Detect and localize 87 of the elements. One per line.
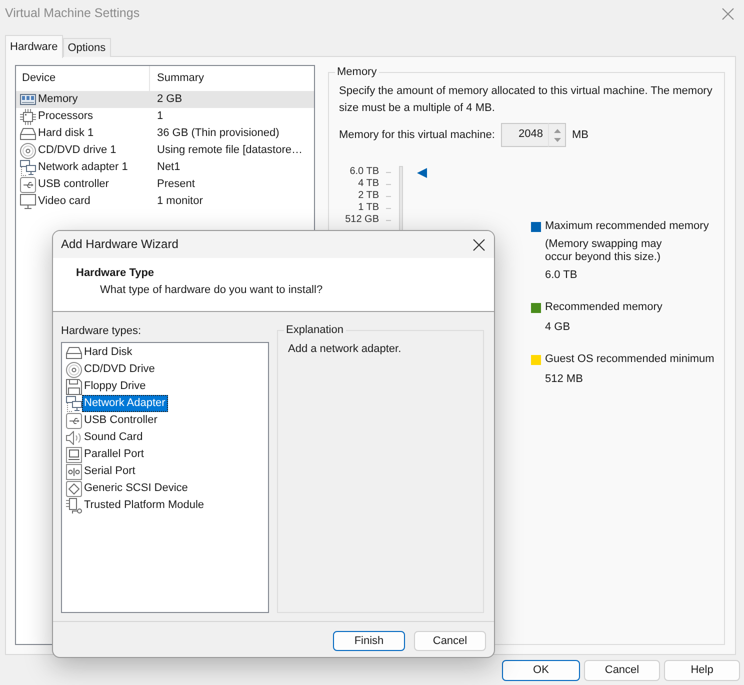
table-cell-text: Network adapter 1 bbox=[38, 160, 129, 175]
device-row[interactable]: CD/DVD drive 1 Using remote file [datastore… bbox=[16, 142, 314, 159]
tab[interactable]: Hardware bbox=[5, 35, 63, 58]
explanation-text: Add a network adapter. bbox=[288, 342, 402, 357]
table-cell-text: Net1 bbox=[156, 160, 180, 175]
scale-label: 512 GB bbox=[344, 214, 379, 226]
dialog-title: Add Hardware Wizard bbox=[61, 236, 178, 253]
table-cell-text: CD/DVD drive 1 bbox=[38, 143, 118, 158]
disc-icon bbox=[20, 142, 36, 158]
speaker-icon bbox=[66, 430, 82, 444]
up-arrow-icon bbox=[554, 128, 560, 132]
table-cell-text: Using remote file [datastore… bbox=[156, 143, 303, 158]
table-cell-text: Memory bbox=[38, 92, 79, 107]
hardware-type-item[interactable]: Parallel Port bbox=[82, 446, 147, 463]
pointer-icon bbox=[417, 168, 427, 178]
spin-control[interactable] bbox=[548, 123, 566, 147]
legend-value: 512 MB bbox=[545, 372, 584, 387]
device-row[interactable]: Video card 1 monitor bbox=[16, 193, 314, 210]
usb-icon bbox=[66, 412, 82, 428]
memory-input[interactable]: 2048 bbox=[501, 123, 548, 147]
table-cell-text: Video card bbox=[38, 194, 92, 209]
usb-icon bbox=[20, 176, 36, 192]
close-button[interactable] bbox=[472, 238, 486, 252]
down-arrow-icon bbox=[554, 138, 560, 142]
device-row[interactable]: USB controller Present bbox=[16, 176, 314, 193]
serial-port-icon bbox=[66, 464, 82, 480]
table-cell-text: 2 GB bbox=[156, 92, 182, 107]
parallel-port-icon bbox=[66, 446, 82, 462]
table-cell-text: USB controller bbox=[38, 177, 110, 192]
list-label: Hardware types: bbox=[61, 324, 142, 339]
slider-track[interactable] bbox=[399, 166, 403, 230]
legend-label: Recommended memory bbox=[545, 300, 662, 315]
table-cell-text: Present bbox=[156, 177, 195, 192]
unit-label: MB bbox=[572, 128, 588, 142]
drive-icon bbox=[66, 346, 82, 358]
button[interactable]: Cancel bbox=[584, 660, 660, 681]
hardware-type-item[interactable]: Trusted Platform Module bbox=[82, 497, 208, 514]
legend-value: 6.0 TB bbox=[545, 268, 578, 283]
window-title: Virtual Machine Settings bbox=[5, 5, 140, 22]
drive-icon bbox=[20, 128, 36, 140]
table-cell-text: 1 bbox=[156, 109, 164, 124]
disc-icon bbox=[66, 362, 82, 378]
scale-label: 2 TB bbox=[357, 190, 379, 202]
tab[interactable]: Options bbox=[62, 38, 111, 57]
page-heading: Hardware Type bbox=[76, 266, 156, 281]
table-cell-text: 1 monitor bbox=[156, 194, 203, 209]
legend-label: Maximum recommended memory bbox=[545, 219, 709, 234]
table-cell-text: 36 GB (Thin provisioned) bbox=[156, 126, 280, 141]
group-label: Explanation bbox=[285, 323, 344, 337]
device-row[interactable]: Hard disk 1 36 GB (Thin provisioned) bbox=[16, 125, 314, 142]
hardware-type-item[interactable]: CD/DVD Drive bbox=[82, 361, 158, 378]
hardware-type-item[interactable]: Hard Disk bbox=[82, 344, 136, 361]
column-header: Summary bbox=[156, 71, 204, 86]
group-label: Memory bbox=[336, 65, 378, 79]
legend-note: (Memory swapping may occur beyond this size.) bbox=[545, 238, 663, 264]
page-subheading: What type of hardware do you want to install? bbox=[100, 283, 324, 298]
device-row[interactable]: Memory 2 GB bbox=[16, 91, 314, 108]
network-icon bbox=[20, 160, 36, 176]
device-row[interactable]: Processors 1 bbox=[16, 108, 314, 125]
diamond-icon bbox=[66, 480, 82, 496]
hardware-type-item[interactable]: Generic SCSI Device bbox=[82, 480, 191, 497]
scale-label: 4 TB bbox=[357, 178, 379, 190]
scale-label: 1 TB bbox=[357, 202, 379, 214]
monitor-icon bbox=[20, 194, 36, 209]
field-label: Memory for this virtual machine: bbox=[339, 128, 496, 142]
chip-icon bbox=[20, 108, 36, 124]
table-cell-text: Hard disk 1 bbox=[38, 126, 95, 141]
chip-key-icon bbox=[66, 498, 82, 514]
hardware-type-item[interactable]: Sound Card bbox=[82, 429, 146, 446]
network-icon bbox=[66, 396, 82, 412]
hardware-type-item[interactable]: USB Controller bbox=[82, 412, 160, 429]
device-row[interactable]: Network adapter 1 Net1 bbox=[16, 159, 314, 176]
memory-module-icon bbox=[20, 94, 36, 105]
description-text: Specify the amount of memory allocated to this virtual machine. The memory size must be a multiple of 4 MB. bbox=[339, 84, 714, 116]
button[interactable]: Cancel bbox=[414, 631, 486, 651]
close-icon bbox=[722, 8, 734, 20]
button[interactable]: OK bbox=[502, 660, 580, 681]
button[interactable]: Finish bbox=[333, 631, 405, 651]
scale-label: 6.0 TB bbox=[348, 166, 379, 178]
button[interactable]: Help bbox=[664, 660, 740, 681]
close-icon bbox=[473, 238, 485, 250]
hardware-type-item[interactable]: Network Adapter bbox=[82, 395, 168, 412]
hardware-type-item[interactable]: Serial Port bbox=[82, 463, 138, 480]
legend-label: Guest OS recommended minimum bbox=[545, 352, 714, 367]
legend-value: 4 GB bbox=[545, 320, 572, 335]
table-cell-text: Processors bbox=[38, 109, 94, 124]
hardware-type-item[interactable]: Floppy Drive bbox=[82, 378, 149, 395]
